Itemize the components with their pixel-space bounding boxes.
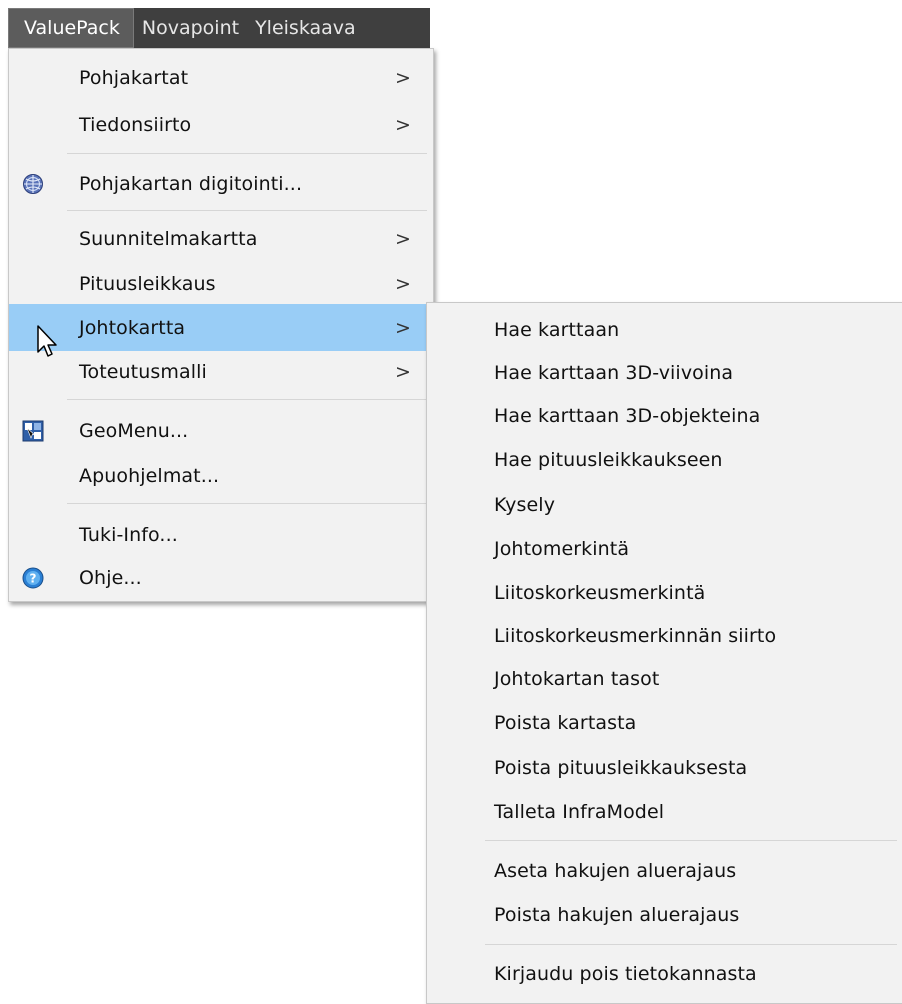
menu-item-label: Johtomerkintä [494, 537, 630, 560]
menu-separator [67, 210, 427, 211]
menu-item-ohje[interactable]: ? Ohje... [9, 554, 433, 601]
geomenu-icon [21, 419, 45, 443]
mouse-cursor-icon [37, 325, 57, 357]
menu-item-label: Poista pituusleikkauksesta [494, 756, 748, 779]
submenu-item-aseta-hakujen-aluerajaus[interactable]: Aseta hakujen aluerajaus [427, 847, 902, 894]
menubar-novapoint[interactable]: Novapoint [134, 8, 247, 48]
menu-item-label: Aseta hakujen aluerajaus [494, 859, 737, 882]
menu-item-label: Toteutusmalli [79, 360, 207, 383]
menu-item-toteutusmalli[interactable]: Toteutusmalli > [9, 348, 433, 395]
menu-item-tuki-info[interactable]: Tuki-Info... [9, 511, 433, 558]
submenu-item-hae-karttaan[interactable]: Hae karttaan [427, 306, 902, 353]
menu-item-label: Hae karttaan 3D-viivoina [494, 361, 734, 384]
menu-separator [485, 944, 897, 945]
submenu-item-kysely[interactable]: Kysely [427, 481, 902, 528]
submenu-arrow-icon: > [394, 316, 411, 339]
submenu-item-hae-pituusleikkaukseen[interactable]: Hae pituusleikkaukseen [427, 436, 902, 483]
menu-item-label: Hae karttaan 3D-objekteina [494, 404, 761, 427]
globe-icon [21, 172, 45, 196]
johtokartta-submenu: Hae karttaan Hae karttaan 3D-viivoina Ha… [426, 302, 902, 1004]
menu-item-label: Tiedonsiirto [79, 113, 192, 136]
menu-item-label: Hae karttaan [494, 318, 620, 341]
menu-bar: ValuePack Novapoint Yleiskaava [8, 8, 430, 48]
help-icon: ? [21, 566, 45, 590]
menu-item-label: Apuohjelmat... [79, 464, 220, 487]
menubar-yleiskaava[interactable]: Yleiskaava [247, 8, 364, 48]
menu-item-pituusleikkaus[interactable]: Pituusleikkaus > [9, 260, 433, 307]
menu-item-label: Poista kartasta [494, 711, 637, 734]
menu-item-suunnitelmakartta[interactable]: Suunnitelmakartta > [9, 215, 433, 262]
menu-item-apuohjelmat[interactable]: Apuohjelmat... [9, 452, 433, 499]
menu-separator [485, 840, 897, 841]
submenu-item-poista-kartasta[interactable]: Poista kartasta [427, 699, 902, 746]
menu-item-label: Johtokartan tasot [494, 667, 660, 690]
submenu-item-poista-pituusleikkauksesta[interactable]: Poista pituusleikkauksesta [427, 744, 902, 791]
submenu-item-johtokartan-tasot[interactable]: Johtokartan tasot [427, 655, 902, 702]
submenu-arrow-icon: > [394, 113, 411, 136]
submenu-item-hae-karttaan-3d-objekteina[interactable]: Hae karttaan 3D-objekteina [427, 392, 902, 439]
submenu-item-liitoskorkeusmerkinnan-siirto[interactable]: Liitoskorkeusmerkinnän siirto [427, 612, 902, 659]
menu-separator [67, 503, 427, 504]
menubar-valuepack[interactable]: ValuePack [8, 8, 134, 48]
menu-item-pohjakartat[interactable]: Pohjakartat > [9, 54, 433, 101]
menu-item-label: Liitoskorkeusmerkintä [494, 581, 706, 604]
submenu-item-liitoskorkeusmerkinta[interactable]: Liitoskorkeusmerkintä [427, 569, 902, 616]
menu-item-label: Hae pituusleikkaukseen [494, 448, 723, 471]
submenu-arrow-icon: > [394, 66, 411, 89]
menu-item-label: Pohjakartan digitointi... [79, 172, 303, 195]
submenu-item-kirjaudu-pois-tietokannasta[interactable]: Kirjaudu pois tietokannasta [427, 950, 902, 997]
valuepack-menu: Pohjakartat > Tiedonsiirto > Pohjakartan… [8, 48, 434, 602]
submenu-arrow-icon: > [394, 272, 411, 295]
menu-item-label: GeoMenu... [79, 419, 189, 442]
menu-separator [67, 153, 427, 154]
submenu-arrow-icon: > [394, 360, 411, 383]
submenu-item-hae-karttaan-3d-viivoina[interactable]: Hae karttaan 3D-viivoina [427, 349, 902, 396]
menu-item-johtokartta[interactable]: Johtokartta > [9, 304, 433, 351]
menu-item-label: Suunnitelmakartta [79, 227, 258, 250]
submenu-item-talleta-inframodel[interactable]: Talleta InfraModel [427, 788, 902, 835]
menu-item-label: Poista hakujen aluerajaus [494, 903, 740, 926]
menu-item-label: Liitoskorkeusmerkinnän siirto [494, 624, 777, 647]
menu-item-geomenu[interactable]: GeoMenu... [9, 407, 433, 454]
submenu-arrow-icon: > [394, 227, 411, 250]
menu-separator [67, 399, 427, 400]
menu-item-label: Tuki-Info... [79, 523, 178, 546]
menu-item-label: Kysely [494, 493, 556, 516]
menu-item-label: Pituusleikkaus [79, 272, 216, 295]
menu-item-label: Talleta InfraModel [494, 800, 665, 823]
menu-item-label: Johtokartta [79, 316, 186, 339]
menu-item-label: Ohje... [79, 566, 142, 589]
menu-item-tiedonsiirto[interactable]: Tiedonsiirto > [9, 101, 433, 148]
svg-text:?: ? [29, 571, 36, 585]
menu-item-label: Kirjaudu pois tietokannasta [494, 962, 757, 985]
menu-item-label: Pohjakartat [79, 66, 189, 89]
submenu-item-johtomerkinta[interactable]: Johtomerkintä [427, 525, 902, 572]
menu-item-pohjakartan-digitointi[interactable]: Pohjakartan digitointi... [9, 160, 433, 207]
submenu-item-poista-hakujen-aluerajaus[interactable]: Poista hakujen aluerajaus [427, 891, 902, 938]
